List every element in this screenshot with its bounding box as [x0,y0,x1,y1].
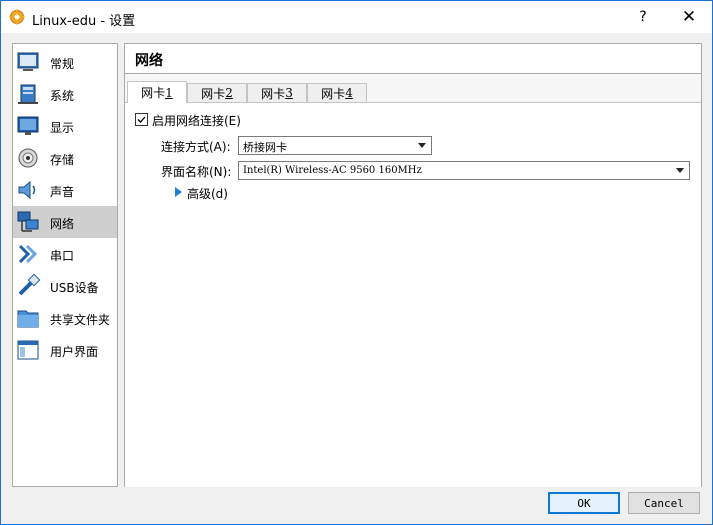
tab-adapter-2[interactable]: 网卡 2 [187,83,247,102]
sidebar-item-usb[interactable]: USB设备 [13,270,117,302]
chevron-down-icon [418,143,426,148]
tab-adapter-4[interactable]: 网卡 4 [307,83,367,102]
settings-content: 网络 网卡 1 网卡 2 网卡 3 网卡 4 启用网络连接(E) 连接方式(A)… [124,43,702,487]
enable-network-label: 启用网络连接(E) [152,114,241,128]
shared-folder-icon [17,310,39,328]
sidebar-item-user-interface[interactable]: 用户界面 [13,334,117,366]
sidebar-item-display[interactable]: 显示 [13,110,117,142]
sidebar-item-label: 声音 [50,185,75,199]
sidebar-item-label: USB设备 [50,281,99,295]
sidebar-item-label: 系统 [50,89,75,103]
app-gear-icon [9,9,25,25]
usb-icon [18,274,40,296]
network-icon [17,211,39,232]
general-icon [17,52,39,71]
section-header: 网络 [125,44,701,74]
settings-window: Linux-edu - 设置 ? ✕ 常规 系统 显示 存储 声音 网络 串口 … [0,0,713,525]
interface-name-value: Intel(R) Wireless-AC 9560 160MHz [243,165,422,176]
sidebar-item-label: 串口 [50,249,75,263]
tab-adapter-1[interactable]: 网卡 1 [127,81,187,103]
sidebar-item-storage[interactable]: 存储 [13,142,117,174]
cancel-button[interactable]: Cancel [628,492,700,514]
page-title: 网络 [135,53,163,69]
system-icon [18,84,38,104]
sidebar-item-audio[interactable]: 声音 [13,174,117,206]
settings-sidebar: 常规 系统 显示 存储 声音 网络 串口 USB设备 共享文件夹 用户界面 [12,43,118,487]
storage-icon [18,148,38,168]
enable-network-checkbox[interactable] [135,113,148,126]
sidebar-item-label: 用户界面 [50,345,99,359]
sidebar-item-label: 网络 [50,217,75,231]
sidebar-item-label: 共享文件夹 [50,313,111,327]
adapter-tab-panel: 启用网络连接(E) 连接方式(A): 桥接网卡 界面名称(N): Intel(R… [125,102,701,487]
window-title: Linux-edu - 设置 [32,14,136,29]
sidebar-item-network[interactable]: 网络 [13,206,117,238]
advanced-toggle[interactable]: 高级(d) [187,185,228,202]
serial-port-icon [18,244,38,264]
display-icon [17,116,39,135]
interface-name-label: 界面名称(N): [161,165,232,179]
expand-arrow-icon[interactable] [175,187,182,197]
sidebar-item-label: 显示 [50,121,75,135]
attached-to-select[interactable]: 桥接网卡 [238,136,432,155]
sidebar-item-system[interactable]: 系统 [13,78,117,110]
sidebar-item-label: 常规 [50,57,75,71]
adapter-tabs-area: 网卡 1 网卡 2 网卡 3 网卡 4 启用网络连接(E) 连接方式(A): 桥… [125,74,701,487]
close-button[interactable]: ✕ [666,1,712,33]
sidebar-item-general[interactable]: 常规 [13,46,117,78]
chevron-down-icon [676,168,684,173]
sidebar-item-label: 存储 [50,153,75,167]
sidebar-item-shared-folders[interactable]: 共享文件夹 [13,302,117,334]
help-button[interactable]: ? [620,1,666,33]
sidebar-item-serial-port[interactable]: 串口 [13,238,117,270]
title-bar: Linux-edu - 设置 ? ✕ [1,1,712,33]
attached-to-label: 连接方式(A): [161,140,231,154]
attached-to-value: 桥接网卡 [243,141,287,154]
tab-adapter-3[interactable]: 网卡 3 [247,83,307,102]
ok-button[interactable]: OK [548,492,620,514]
interface-name-select[interactable]: Intel(R) Wireless-AC 9560 160MHz [238,161,690,180]
checkmark-icon [137,116,146,123]
audio-icon [18,180,36,200]
user-interface-icon [17,340,39,360]
